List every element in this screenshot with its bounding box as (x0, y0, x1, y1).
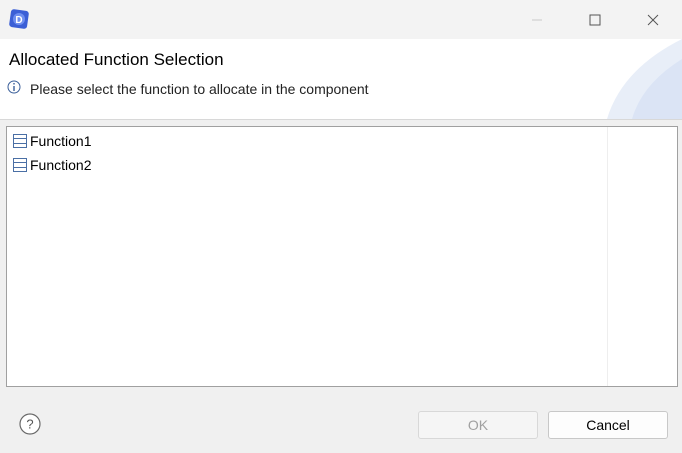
header-banner-graphic (607, 39, 682, 119)
svg-text:?: ? (26, 417, 33, 432)
app-logo-icon: D (9, 9, 29, 29)
close-icon (647, 14, 659, 25)
close-button[interactable] (624, 0, 682, 39)
maximize-icon (589, 14, 601, 25)
minimize-button[interactable] (508, 0, 566, 39)
list-item-function1[interactable]: Function1 (13, 131, 91, 151)
cancel-button[interactable]: Cancel (548, 411, 668, 439)
function-icon (13, 134, 27, 148)
svg-text:D: D (15, 15, 22, 26)
ok-button[interactable]: OK (418, 411, 538, 439)
header-separator (0, 119, 682, 120)
list-item-function2[interactable]: Function2 (13, 155, 91, 175)
list-column-divider (607, 127, 608, 386)
info-icon (7, 80, 21, 94)
minimize-icon (532, 19, 542, 20)
help-icon[interactable]: ? (18, 412, 42, 436)
dialog-message: Please select the function to allocate i… (30, 81, 369, 97)
list-item-label: Function2 (30, 157, 92, 173)
title-bar: D (0, 0, 682, 39)
function-icon (13, 158, 27, 172)
maximize-button[interactable] (566, 0, 624, 39)
function-list[interactable]: Function1 Function2 (6, 126, 678, 387)
list-item-label: Function1 (30, 133, 92, 149)
dialog-header: Allocated Function Selection Please sele… (0, 39, 682, 119)
dialog-title: Allocated Function Selection (9, 50, 224, 69)
